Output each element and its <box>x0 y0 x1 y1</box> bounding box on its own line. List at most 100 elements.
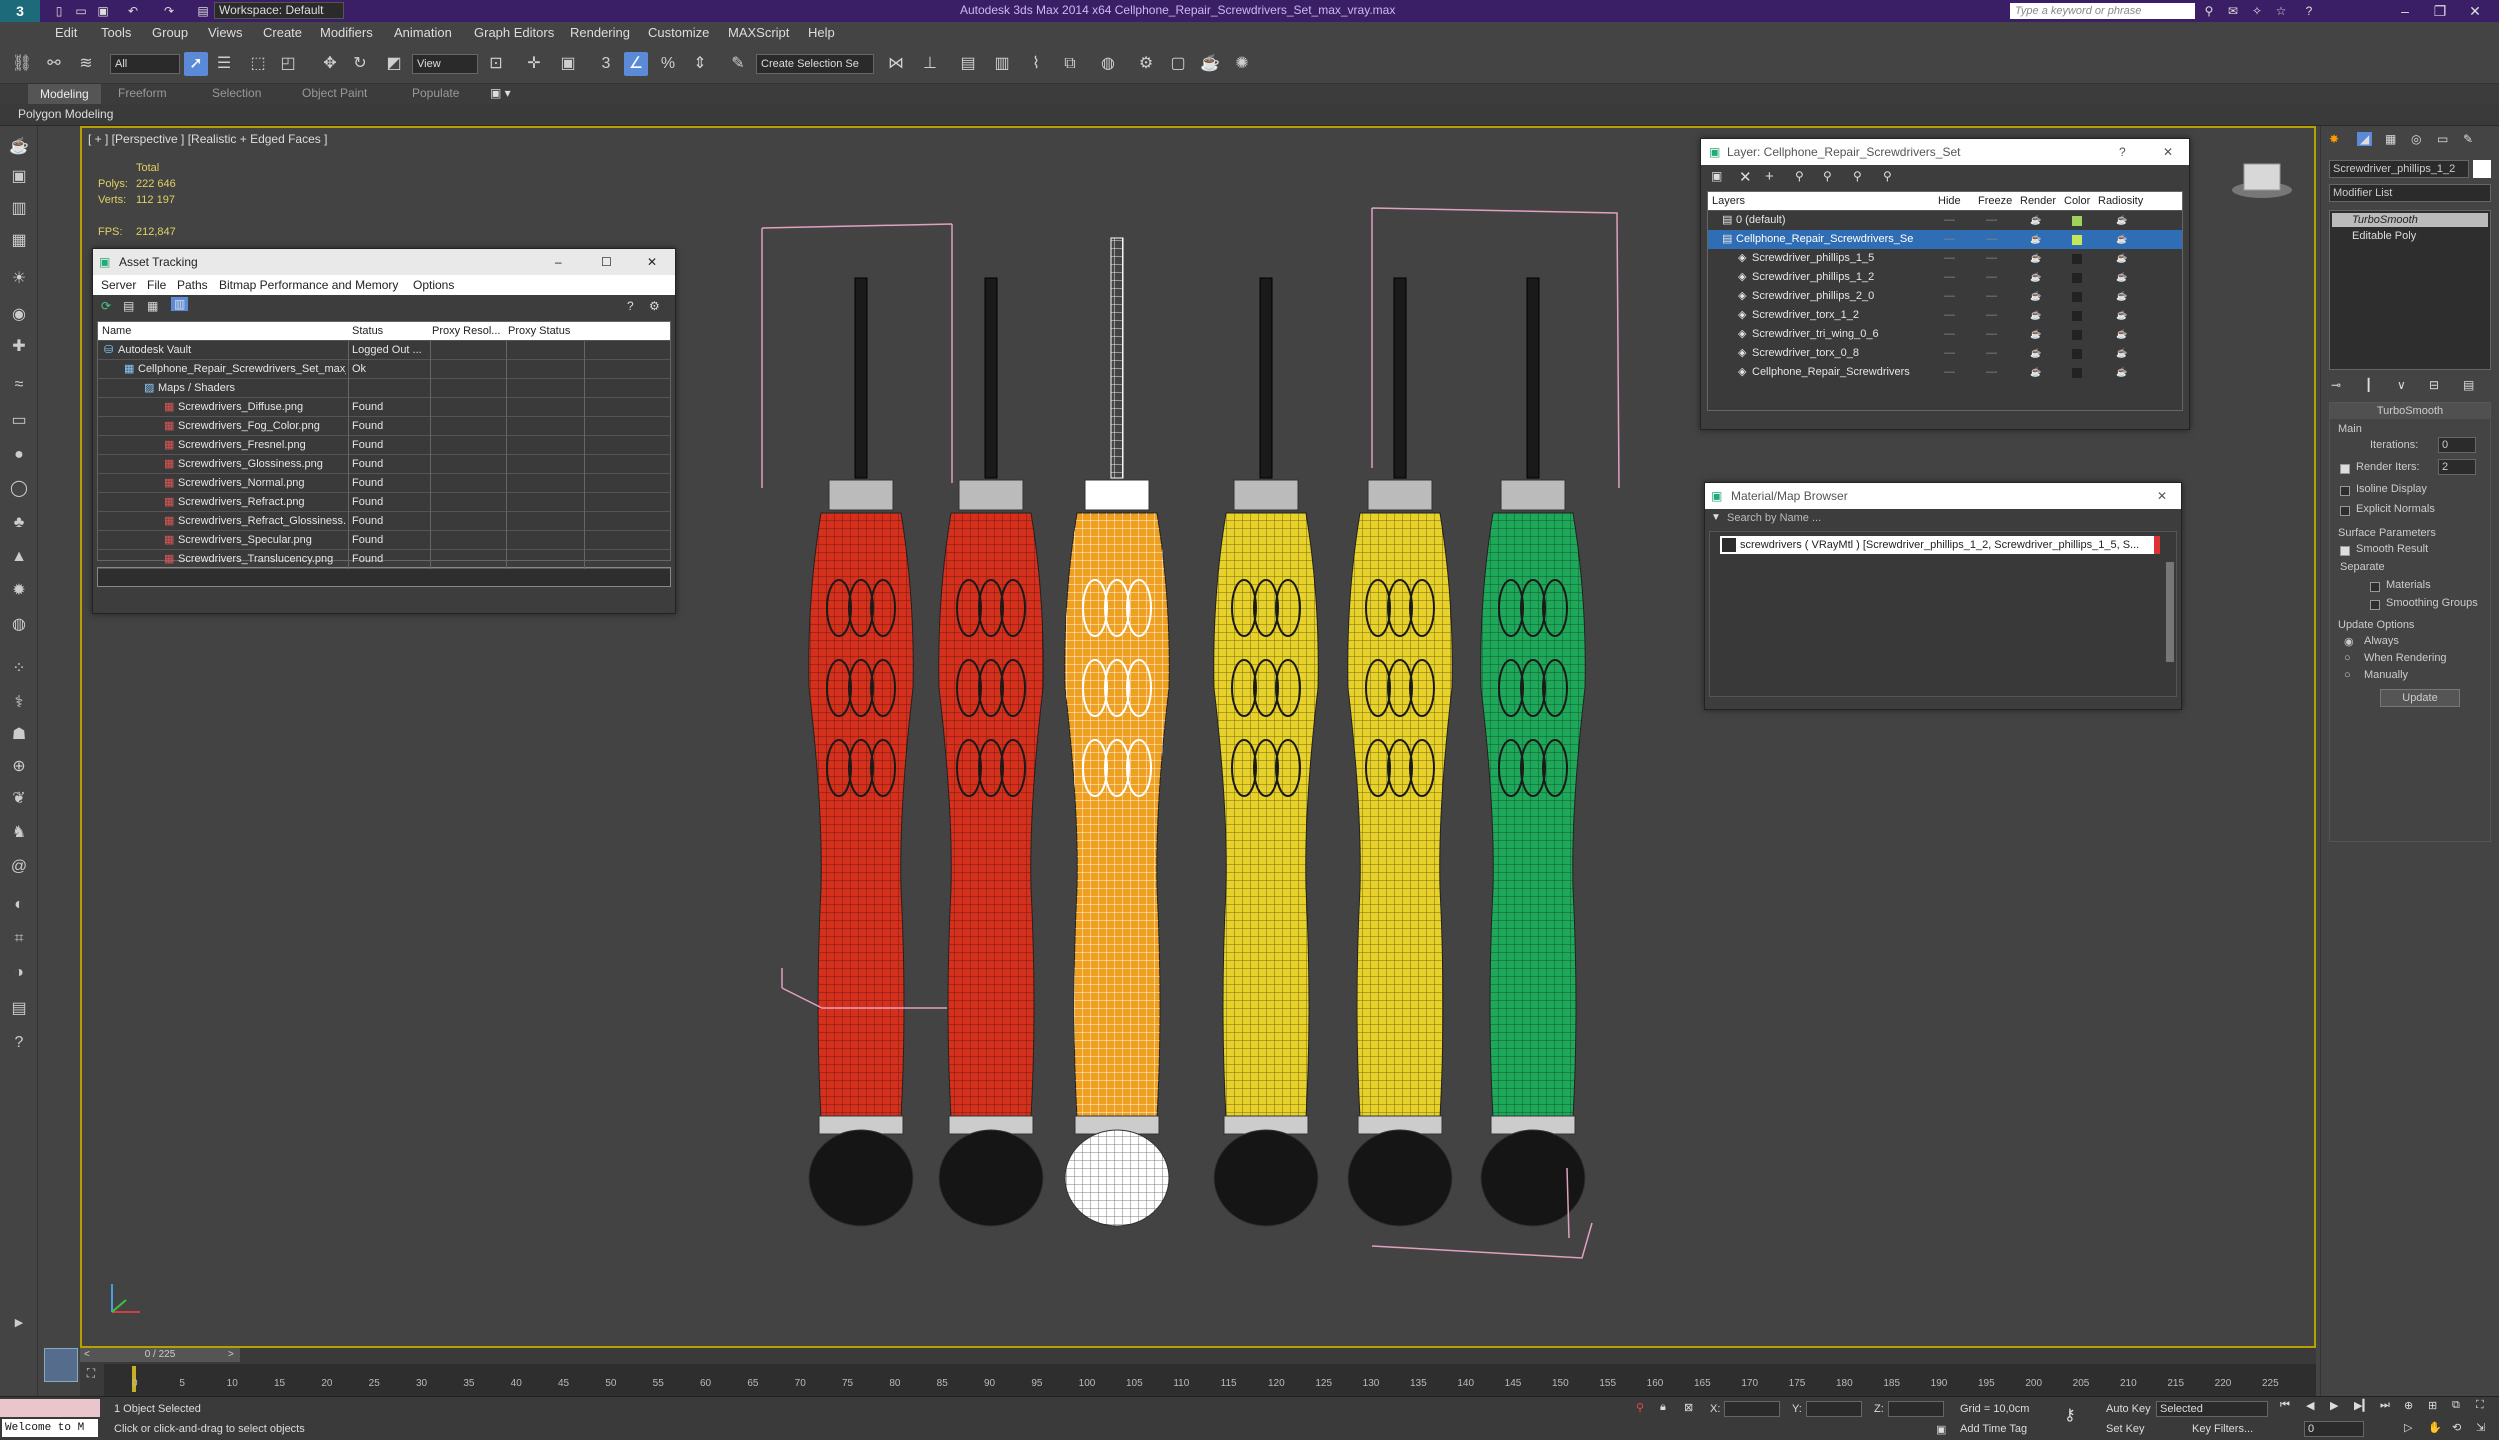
col-freeze[interactable]: Freeze <box>1978 192 2018 211</box>
time-slider-next-icon[interactable]: > <box>228 1348 234 1362</box>
pin-stack-icon[interactable]: ⊸ <box>2331 378 2341 392</box>
radiosity-icon[interactable]: ☕ <box>2116 249 2136 268</box>
menu-views[interactable]: Views <box>208 25 242 40</box>
asset-row[interactable]: ▦ Screwdrivers_Normal.png Found <box>98 474 670 493</box>
asset-row[interactable]: ▦ Screwdrivers_Translucency.png Found <box>98 550 670 569</box>
maxscript-listener-top[interactable] <box>0 1399 100 1417</box>
align-icon[interactable]: ⊥ <box>918 52 942 76</box>
render-teapot-icon[interactable]: ☕ <box>2030 287 2050 306</box>
tab-populate[interactable]: Populate <box>412 86 459 100</box>
goto-end-icon[interactable]: ⏭ <box>2380 1399 2390 1412</box>
rotate-icon[interactable]: ↻ <box>348 52 372 76</box>
menu-edit[interactable]: Edit <box>55 25 77 40</box>
asset-row[interactable]: ▨ Maps / Shaders <box>98 379 670 398</box>
plant-icon[interactable]: ♣ <box>6 510 32 536</box>
modify-tab-icon[interactable]: ◢ <box>2357 132 2373 146</box>
iterations-spinner[interactable]: 0 <box>2438 437 2476 453</box>
menu-graph-editors[interactable]: Graph Editors <box>474 25 554 40</box>
col-radiosity[interactable]: Radiosity <box>2098 192 2148 211</box>
redo-icon[interactable]: ↷ <box>160 2 178 20</box>
col-proxy-res[interactable]: Proxy Resol... <box>432 322 508 341</box>
screwdriver-model[interactable] <box>1064 237 1170 1227</box>
freeze-toggle[interactable]: — <box>1986 230 2006 249</box>
col-color[interactable]: Color <box>2064 192 2094 211</box>
render-teapot-icon[interactable]: ☕ <box>2030 344 2050 363</box>
bind-spacewarp-icon[interactable]: ≋ <box>74 52 98 76</box>
update-button[interactable]: Update <box>2380 689 2460 707</box>
render-teapot-icon[interactable]: ☕ <box>2030 230 2050 249</box>
asset-row[interactable]: ▦ Screwdrivers_Refract_Glossiness.png Foun… <box>98 512 670 531</box>
fov-icon[interactable]: ▷ <box>2404 1421 2412 1434</box>
create-tab-icon[interactable]: ✸ <box>2329 132 2339 146</box>
light-icon[interactable]: ☀ <box>6 266 32 292</box>
layer-titlebar[interactable]: Layer: Cellphone_Repair_Screwdrivers_Set… <box>1701 139 2189 165</box>
edit-named-selection-icon[interactable]: ✎ <box>726 52 750 76</box>
save-file-icon[interactable]: ▣ <box>94 2 112 20</box>
angle-snap-icon[interactable]: ∠ <box>624 52 648 76</box>
z-coordinate-field[interactable] <box>1888 1401 1944 1417</box>
selection-filter-dropdown[interactable]: All <box>110 54 180 74</box>
layer-row[interactable]: ◈ Screwdriver_phillips_1_5 — — ☕ ☕ <box>1708 249 2182 268</box>
render-teapot-icon[interactable]: ☕ <box>2030 268 2050 287</box>
object-name-field[interactable]: Screwdriver_phillips_1_2 <box>2329 160 2469 178</box>
geosphere-icon[interactable]: ◍ <box>6 612 32 638</box>
binoculars-icon[interactable]: ⚲ <box>2200 2 2218 20</box>
hide-toggle[interactable]: — <box>1944 325 1964 344</box>
menu-modifiers[interactable]: Modifiers <box>320 25 373 40</box>
key-filters-button[interactable]: Key Filters... <box>2192 1423 2253 1435</box>
undo-icon[interactable]: ↶ <box>124 2 142 20</box>
layer-color-swatch[interactable] <box>2072 292 2082 302</box>
asset-settings-icon[interactable]: ⚙ <box>649 299 660 313</box>
radiosity-icon[interactable]: ☕ <box>2116 363 2136 382</box>
hide-toggle[interactable]: — <box>1944 230 1964 249</box>
reference-coordinate-dropdown[interactable]: View <box>412 54 478 74</box>
layer-manager-icon[interactable]: ▤ <box>956 52 980 76</box>
layer-row[interactable]: ▤ Cellphone_Repair_Screwdrivers_Se — — ☕ ☕ <box>1708 230 2182 249</box>
remove-modifier-icon[interactable]: ⊟ <box>2429 378 2439 392</box>
scale-icon[interactable]: ◩ <box>382 52 406 76</box>
table-view-icon[interactable]: ▦ <box>147 299 158 313</box>
curve-editor-icon[interactable]: ⌇ <box>1024 52 1048 76</box>
ribbon-toggle-icon[interactable]: ▥ <box>990 52 1014 76</box>
freeze-toggle[interactable]: — <box>1986 249 2006 268</box>
help-circle-icon[interactable]: ? <box>6 1030 32 1056</box>
asset-row[interactable]: ⛁ Autodesk Vault Logged Out ... <box>98 341 670 360</box>
workspace-dropdown[interactable]: Workspace: Default <box>214 2 344 19</box>
screwdriver-model[interactable] <box>1480 277 1586 1227</box>
pivot-center-icon[interactable]: ⊡ <box>484 52 508 76</box>
layer-add-icon[interactable]: + <box>1765 168 1774 185</box>
mirror-icon[interactable]: ⋈ <box>884 52 908 76</box>
rendered-frame-icon[interactable]: ▢ <box>1166 52 1190 76</box>
render-teapot-icon[interactable]: ☕ <box>2030 249 2050 268</box>
menu-help[interactable]: Help <box>808 25 835 40</box>
absolute-mode-icon[interactable]: ⊠ <box>1684 1401 1693 1414</box>
utilities-tab-icon[interactable]: ✎ <box>2463 132 2473 146</box>
hide-toggle[interactable]: — <box>1944 287 1964 306</box>
layer-new-icon[interactable]: ▣ <box>1711 169 1722 183</box>
layer-hide-icon[interactable]: ⚲ <box>1853 169 1862 183</box>
add-time-tag[interactable]: Add Time Tag <box>1960 1423 2027 1435</box>
asset-menu-paths[interactable]: Paths <box>177 278 208 292</box>
maximize-viewport-icon[interactable]: ⛶ <box>2476 1399 2484 1412</box>
utility-icon[interactable]: ▤ <box>6 996 32 1022</box>
prev-frame-icon[interactable]: ◀ <box>2306 1399 2314 1412</box>
app-logo-icon[interactable]: 3 <box>0 0 40 22</box>
render-iters-checkbox[interactable] <box>2340 461 2350 475</box>
material-search-input[interactable]: Search by Name ... <box>1727 512 1821 524</box>
modifier-list-dropdown[interactable]: Modifier List <box>2329 184 2491 202</box>
asset-menu-options[interactable]: Options <box>413 278 454 292</box>
select-manipulate-icon[interactable]: ✛ <box>522 52 546 76</box>
subscription-icon[interactable]: ✉ <box>2224 2 2242 20</box>
layer-color-swatch[interactable] <box>2072 254 2082 264</box>
layer-color-swatch[interactable] <box>2072 311 2082 321</box>
script-icon[interactable]: ⌗ <box>6 926 32 952</box>
layer-color-swatch[interactable] <box>2072 368 2082 378</box>
rectangle-icon[interactable]: ▭ <box>6 408 32 434</box>
current-frame-field[interactable]: 0 <box>2304 1421 2364 1437</box>
asset-row[interactable]: ▦ Screwdrivers_Fresnel.png Found <box>98 436 670 455</box>
update-always-radio[interactable]: ◉ <box>2344 635 2354 648</box>
display-tab-icon[interactable]: ▭ <box>2437 132 2448 146</box>
hide-toggle[interactable]: — <box>1944 306 1964 325</box>
screwdriver-model[interactable] <box>938 277 1044 1227</box>
time-tag-icon[interactable]: ▣ <box>1936 1423 1946 1436</box>
